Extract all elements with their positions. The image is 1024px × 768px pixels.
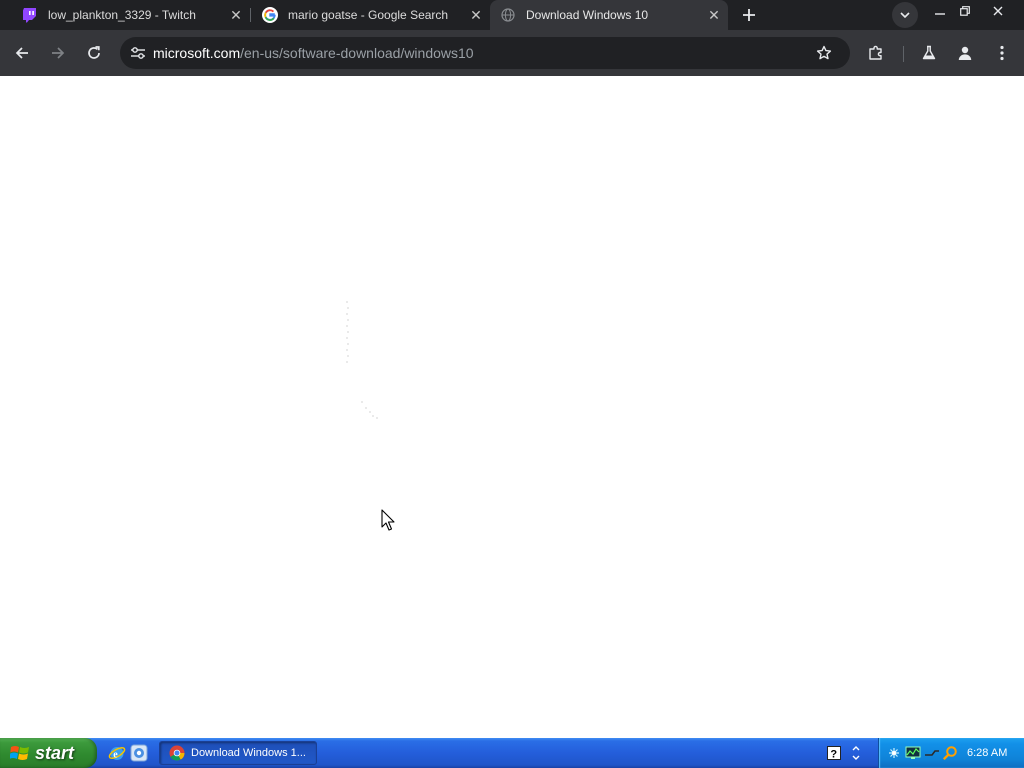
tab-title: Download Windows 10 <box>526 8 649 22</box>
chevron-down-icon <box>900 12 910 18</box>
search-tray-icon[interactable] <box>942 745 958 761</box>
google-icon <box>262 7 278 23</box>
taskbar: start e Download Windows 1... ? 6:28 AM <box>0 738 1024 768</box>
start-label: start <box>35 742 75 763</box>
loading-spinner <box>346 301 378 419</box>
chrome-icon <box>169 745 185 761</box>
reload-icon <box>88 46 100 59</box>
monitor-tray-icon[interactable] <box>905 745 921 761</box>
url-text[interactable]: microsoft.com/en-us/software-download/wi… <box>153 37 474 69</box>
new-tab-button[interactable] <box>736 3 762 27</box>
bookmark-star-button[interactable] <box>812 41 836 65</box>
restore-icon <box>960 6 970 16</box>
reload-button[interactable] <box>80 39 108 67</box>
menu-button[interactable] <box>988 39 1016 67</box>
close-icon <box>993 6 1003 16</box>
site-info-icon[interactable] <box>126 41 150 65</box>
chrome-quicklaunch[interactable] <box>129 743 149 763</box>
browser-toolbar: microsoft.com/en-us/software-download/wi… <box>0 30 1024 76</box>
chrome-icon <box>130 744 148 762</box>
clock[interactable]: 6:28 AM <box>967 738 1007 768</box>
toolbar-divider <box>903 46 904 62</box>
tab-title: mario goatse - Google Search <box>288 8 449 22</box>
close-window-button[interactable] <box>986 0 1010 22</box>
svg-text:?: ? <box>830 749 837 761</box>
taskbar-item-label: Download Windows 1... <box>191 747 306 759</box>
tab-close-icon[interactable]: ✕ <box>704 5 724 25</box>
restore-button[interactable] <box>953 0 977 22</box>
labs-button[interactable] <box>915 39 943 67</box>
internet-explorer-quicklaunch[interactable]: e <box>107 743 127 763</box>
taskbar-item-download-windows-10[interactable]: Download Windows 1... <box>159 741 317 765</box>
tab-title: low_plankton_3329 - Twitch <box>48 8 196 22</box>
flask-icon <box>922 45 936 60</box>
start-button[interactable]: start <box>0 738 97 768</box>
twitch-icon <box>22 7 38 23</box>
page-content <box>0 76 1024 738</box>
profile-button[interactable] <box>951 39 979 67</box>
back-button[interactable] <box>8 39 36 67</box>
internet-explorer-icon: e <box>108 747 126 760</box>
globe-icon <box>500 7 516 23</box>
minimize-button[interactable] <box>928 0 952 22</box>
tab-search-button[interactable] <box>892 2 918 28</box>
mouse-cursor-icon <box>381 509 395 531</box>
tab-download-windows-10[interactable]: Download Windows 10 ✕ <box>490 0 728 30</box>
url-host: microsoft.com <box>153 45 241 61</box>
star-icon <box>816 45 832 60</box>
windows-flag-icon <box>10 746 29 760</box>
forward-button[interactable] <box>44 39 72 67</box>
address-bar[interactable]: microsoft.com/en-us/software-download/wi… <box>120 37 850 69</box>
help-tray-icon[interactable]: ? <box>826 745 842 761</box>
tray-scroll-icon[interactable] <box>848 745 864 761</box>
tab-close-icon[interactable]: ✕ <box>466 5 486 25</box>
arrow-left-icon <box>15 47 28 59</box>
plus-icon <box>743 9 755 21</box>
extensions-button[interactable] <box>862 39 890 67</box>
network-tray-icon[interactable] <box>886 745 902 761</box>
minimize-icon <box>935 13 945 15</box>
kebab-menu-icon <box>1000 45 1004 61</box>
tab-strip: low_plankton_3329 - Twitch ✕ mario goats… <box>0 0 1024 30</box>
arrow-right-icon <box>52 47 65 59</box>
link-tray-icon[interactable] <box>924 745 940 761</box>
puzzle-icon <box>869 45 882 60</box>
tab-twitch[interactable]: low_plankton_3329 - Twitch ✕ <box>0 0 250 30</box>
tab-google-search[interactable]: mario goatse - Google Search ✕ <box>240 0 490 30</box>
url-path: /en-us/software-download/windows10 <box>240 45 474 61</box>
person-icon <box>958 46 972 60</box>
svg-text:e: e <box>113 749 118 760</box>
